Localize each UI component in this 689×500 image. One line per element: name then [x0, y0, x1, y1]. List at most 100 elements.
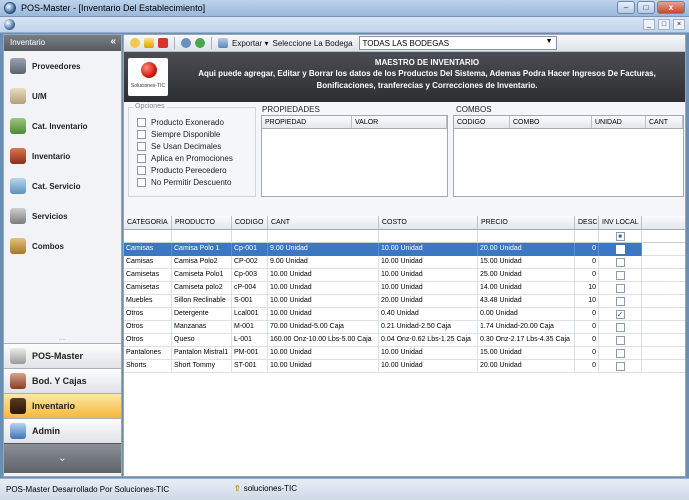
column-header[interactable]: UNIDAD — [592, 116, 646, 128]
cell-desc[interactable]: 0 — [575, 256, 599, 269]
checkbox-producto-exonerado[interactable]: Producto Exonerado — [137, 118, 224, 127]
cell-categoria[interactable]: Camisas — [124, 243, 172, 256]
column-header[interactable]: CANT — [646, 116, 683, 128]
cell-inv-local[interactable] — [599, 243, 642, 256]
cell-categoria[interactable]: Otros — [124, 308, 172, 321]
cell-desc[interactable]: 0 — [575, 334, 599, 347]
cell-costo[interactable]: 10.00 Unidad — [379, 269, 478, 282]
sidebar-splitter[interactable]: .... — [4, 336, 121, 342]
nav-admin[interactable]: Admin — [4, 418, 121, 443]
cell-costo[interactable]: 10.00 Unidad — [379, 243, 478, 256]
cell-precio[interactable]: 14.00 Unidad — [478, 282, 575, 295]
bodega-select[interactable]: TODAS LAS BODEGAS ▼ — [358, 36, 557, 50]
status-link[interactable]: ⇧ soluciones-TIC — [234, 484, 297, 493]
column-header-precio[interactable]: PRECIO — [478, 216, 575, 229]
filter-cell[interactable]: ■ — [599, 230, 642, 243]
sidebar-item-combos[interactable]: Combos — [4, 231, 121, 261]
cell-precio[interactable]: 0.00 Unidad — [478, 308, 575, 321]
inv-local-checkbox[interactable] — [615, 258, 625, 267]
cell-cant[interactable]: 10.00 Unidad — [268, 282, 379, 295]
cell-cant[interactable]: 9.00 Unidad — [268, 256, 379, 269]
cell-producto[interactable]: Camisa Polo 1 — [172, 243, 232, 256]
table-row[interactable]: Camisas Camisa Polo2 CP-002 9.00 Unidad 10.0… — [124, 256, 685, 269]
cell-costo[interactable]: 20.00 Unidad — [379, 295, 478, 308]
cell-codigo[interactable]: Lcal001 — [232, 308, 268, 321]
cell-cant[interactable]: 10.00 Unidad — [268, 360, 379, 373]
cell-inv-local[interactable] — [599, 334, 642, 347]
cell-cant[interactable]: 10.00 Unidad — [268, 347, 379, 360]
inv-local-checkbox[interactable] — [615, 336, 625, 345]
cell-desc[interactable]: 10 — [575, 282, 599, 295]
cell-costo[interactable]: 0.21 Unidad-2.50 Caja — [379, 321, 478, 334]
cell-inv-local[interactable] — [599, 256, 642, 269]
sidebar-item-cat-inventario[interactable]: Cat. Inventario — [4, 111, 121, 141]
cell-producto[interactable]: Short Tommy — [172, 360, 232, 373]
cell-precio[interactable]: 20.00 Unidad — [478, 360, 575, 373]
cell-desc[interactable]: 0 — [575, 308, 599, 321]
cell-desc[interactable]: 0 — [575, 243, 599, 256]
inv-local-checkbox[interactable] — [615, 284, 625, 293]
table-row[interactable]: Shorts Short Tommy ST-001 10.00 Unidad 10.00… — [124, 360, 685, 373]
export-button[interactable]: Exportar ▾ — [232, 39, 268, 48]
cell-codigo[interactable]: S-001 — [232, 295, 268, 308]
cell-inv-local[interactable] — [599, 269, 642, 282]
cell-categoria[interactable]: Muebles — [124, 295, 172, 308]
inv-local-checkbox[interactable] — [615, 271, 625, 280]
inv-local-checkbox[interactable] — [615, 323, 625, 332]
column-header-cant[interactable]: CANT — [268, 216, 379, 229]
filter-cell[interactable] — [124, 230, 172, 243]
cell-desc[interactable]: 0 — [575, 321, 599, 334]
export-icon[interactable] — [218, 38, 228, 48]
table-row[interactable]: Otros Detergente Lcal001 10.00 Unidad 0.40 U… — [124, 308, 685, 321]
inv-local-checkbox[interactable] — [615, 297, 625, 306]
cell-inv-local[interactable] — [599, 295, 642, 308]
cell-inv-local[interactable] — [599, 360, 642, 373]
cell-costo[interactable]: 10.00 Unidad — [379, 360, 478, 373]
cell-categoria[interactable]: Camisetas — [124, 282, 172, 295]
column-header[interactable]: VALOR — [352, 116, 447, 128]
cell-codigo[interactable]: L-001 — [232, 334, 268, 347]
cell-codigo[interactable]: CP-002 — [232, 256, 268, 269]
cell-categoria[interactable]: Pantalones — [124, 347, 172, 360]
cell-producto[interactable]: Manzanas — [172, 321, 232, 334]
checkbox[interactable] — [137, 178, 146, 187]
edit-icon[interactable] — [144, 38, 154, 48]
table-row[interactable]: Camisetas Camiseta Polo1 Cp-003 10.00 Unida… — [124, 269, 685, 282]
search-icon[interactable] — [181, 38, 191, 48]
checkbox-se-usan-decimales[interactable]: Se Usan Decimales — [137, 142, 221, 151]
cell-codigo[interactable]: cP-004 — [232, 282, 268, 295]
nav-inventario[interactable]: Inventario — [4, 393, 121, 418]
cell-cant[interactable]: 70.00 Unidad-5.00 Caja — [268, 321, 379, 334]
cell-precio[interactable]: 20.00 Unidad — [478, 243, 575, 256]
cell-categoria[interactable]: Camisas — [124, 256, 172, 269]
cell-precio[interactable]: 0.30 Onz-2.17 Lbs-4.35 Caja — [478, 334, 575, 347]
cell-cant[interactable]: 160.00 Onz-10.00 Lbs-5.00 Caja — [268, 334, 379, 347]
cell-precio[interactable]: 15.00 Unidad — [478, 256, 575, 269]
cell-categoria[interactable]: Otros — [124, 321, 172, 334]
cell-inv-local[interactable] — [599, 282, 642, 295]
sidebar-item-cat-servicio[interactable]: Cat. Servicio — [4, 171, 121, 201]
table-row[interactable]: Muebles Sillon Reclinable S-001 10.00 Unida… — [124, 295, 685, 308]
checkbox-aplica-promociones[interactable]: Aplica en Promociones — [137, 154, 233, 163]
cell-desc[interactable]: 0 — [575, 269, 599, 282]
delete-icon[interactable] — [158, 38, 168, 48]
cell-precio[interactable]: 43.48 Unidad — [478, 295, 575, 308]
cell-cant[interactable]: 10.00 Unidad — [268, 308, 379, 321]
refresh-icon[interactable] — [195, 38, 205, 48]
column-header-desc[interactable]: DESC — [575, 216, 599, 229]
sidebar-item-um[interactable]: U/M — [4, 81, 121, 111]
combos-grid[interactable]: CODIGO COMBO UNIDAD CANT — [453, 115, 684, 197]
filter-checkbox[interactable]: ■ — [615, 232, 625, 241]
close-button[interactable]: x — [657, 1, 685, 14]
cell-cant[interactable]: 9.00 Unidad — [268, 243, 379, 256]
cell-precio[interactable]: 1.74 Unidad-20.00 Caja — [478, 321, 575, 334]
checkbox-siempre-disponible[interactable]: Siempre Disponible — [137, 130, 220, 139]
nav-bod-y-cajas[interactable]: Bod. Y Cajas — [4, 368, 121, 393]
cell-inv-local[interactable] — [599, 347, 642, 360]
cell-costo[interactable]: 10.00 Unidad — [379, 256, 478, 269]
maximize-button[interactable]: □ — [637, 1, 655, 14]
cell-categoria[interactable]: Shorts — [124, 360, 172, 373]
cell-precio[interactable]: 15.00 Unidad — [478, 347, 575, 360]
filter-cell[interactable] — [478, 230, 575, 243]
new-icon[interactable] — [130, 38, 140, 48]
